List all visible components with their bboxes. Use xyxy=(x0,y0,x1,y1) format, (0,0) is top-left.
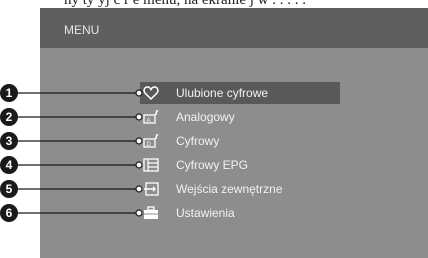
menu-item-label: Ustawienia xyxy=(176,206,235,220)
menu-item-label: Cyfrowy xyxy=(176,134,220,148)
heart-icon xyxy=(143,86,159,101)
menu-item-analogowy[interactable]: A Analogowy xyxy=(140,106,340,128)
svg-text:D: D xyxy=(147,142,152,148)
callout-number-6: 6 xyxy=(0,204,18,222)
menu-item-wejscia-zewnetrzne[interactable]: Wejścia zewnętrzne xyxy=(140,178,340,200)
callout-number-2: 2 xyxy=(0,108,18,126)
toolbox-icon xyxy=(144,206,158,219)
menu-item-cyfrowy[interactable]: D Cyfrowy xyxy=(140,130,340,152)
callout-number-5: 5 xyxy=(0,180,18,198)
menu-item-label: Analogowy xyxy=(176,110,235,124)
menu-item-label: Ulubione cyfrowe xyxy=(176,86,269,100)
menu-item-cyfrowy-epg[interactable]: Cyfrowy EPG xyxy=(140,154,340,176)
cropped-header-text: ny ty yj c r e menu, na ekranie j w . . … xyxy=(64,0,307,8)
menu-item-ulubione-cyfrowe[interactable]: Ulubione cyfrowe xyxy=(140,82,340,104)
callout-number-4: 4 xyxy=(0,156,18,174)
menu-item-label: Cyfrowy EPG xyxy=(176,158,249,172)
menu-item-ustawienia[interactable]: Ustawienia xyxy=(140,202,340,224)
input-arrow-icon xyxy=(144,182,159,196)
callout-number-1: 1 xyxy=(0,84,18,102)
tv-antenna-analog-icon: A xyxy=(143,109,159,124)
callout-number-3: 3 xyxy=(0,132,18,150)
epg-grid-icon xyxy=(143,158,159,172)
svg-text:A: A xyxy=(147,118,151,124)
menu-item-label: Wejścia zewnętrzne xyxy=(176,182,283,196)
menu-header: MENU xyxy=(40,8,428,48)
tv-antenna-digital-icon: D xyxy=(143,133,159,148)
menu-screen: MENU Ulubione cyfrowe A Analogowy D Cyfr… xyxy=(40,8,428,258)
menu-title: MENU xyxy=(64,23,100,37)
